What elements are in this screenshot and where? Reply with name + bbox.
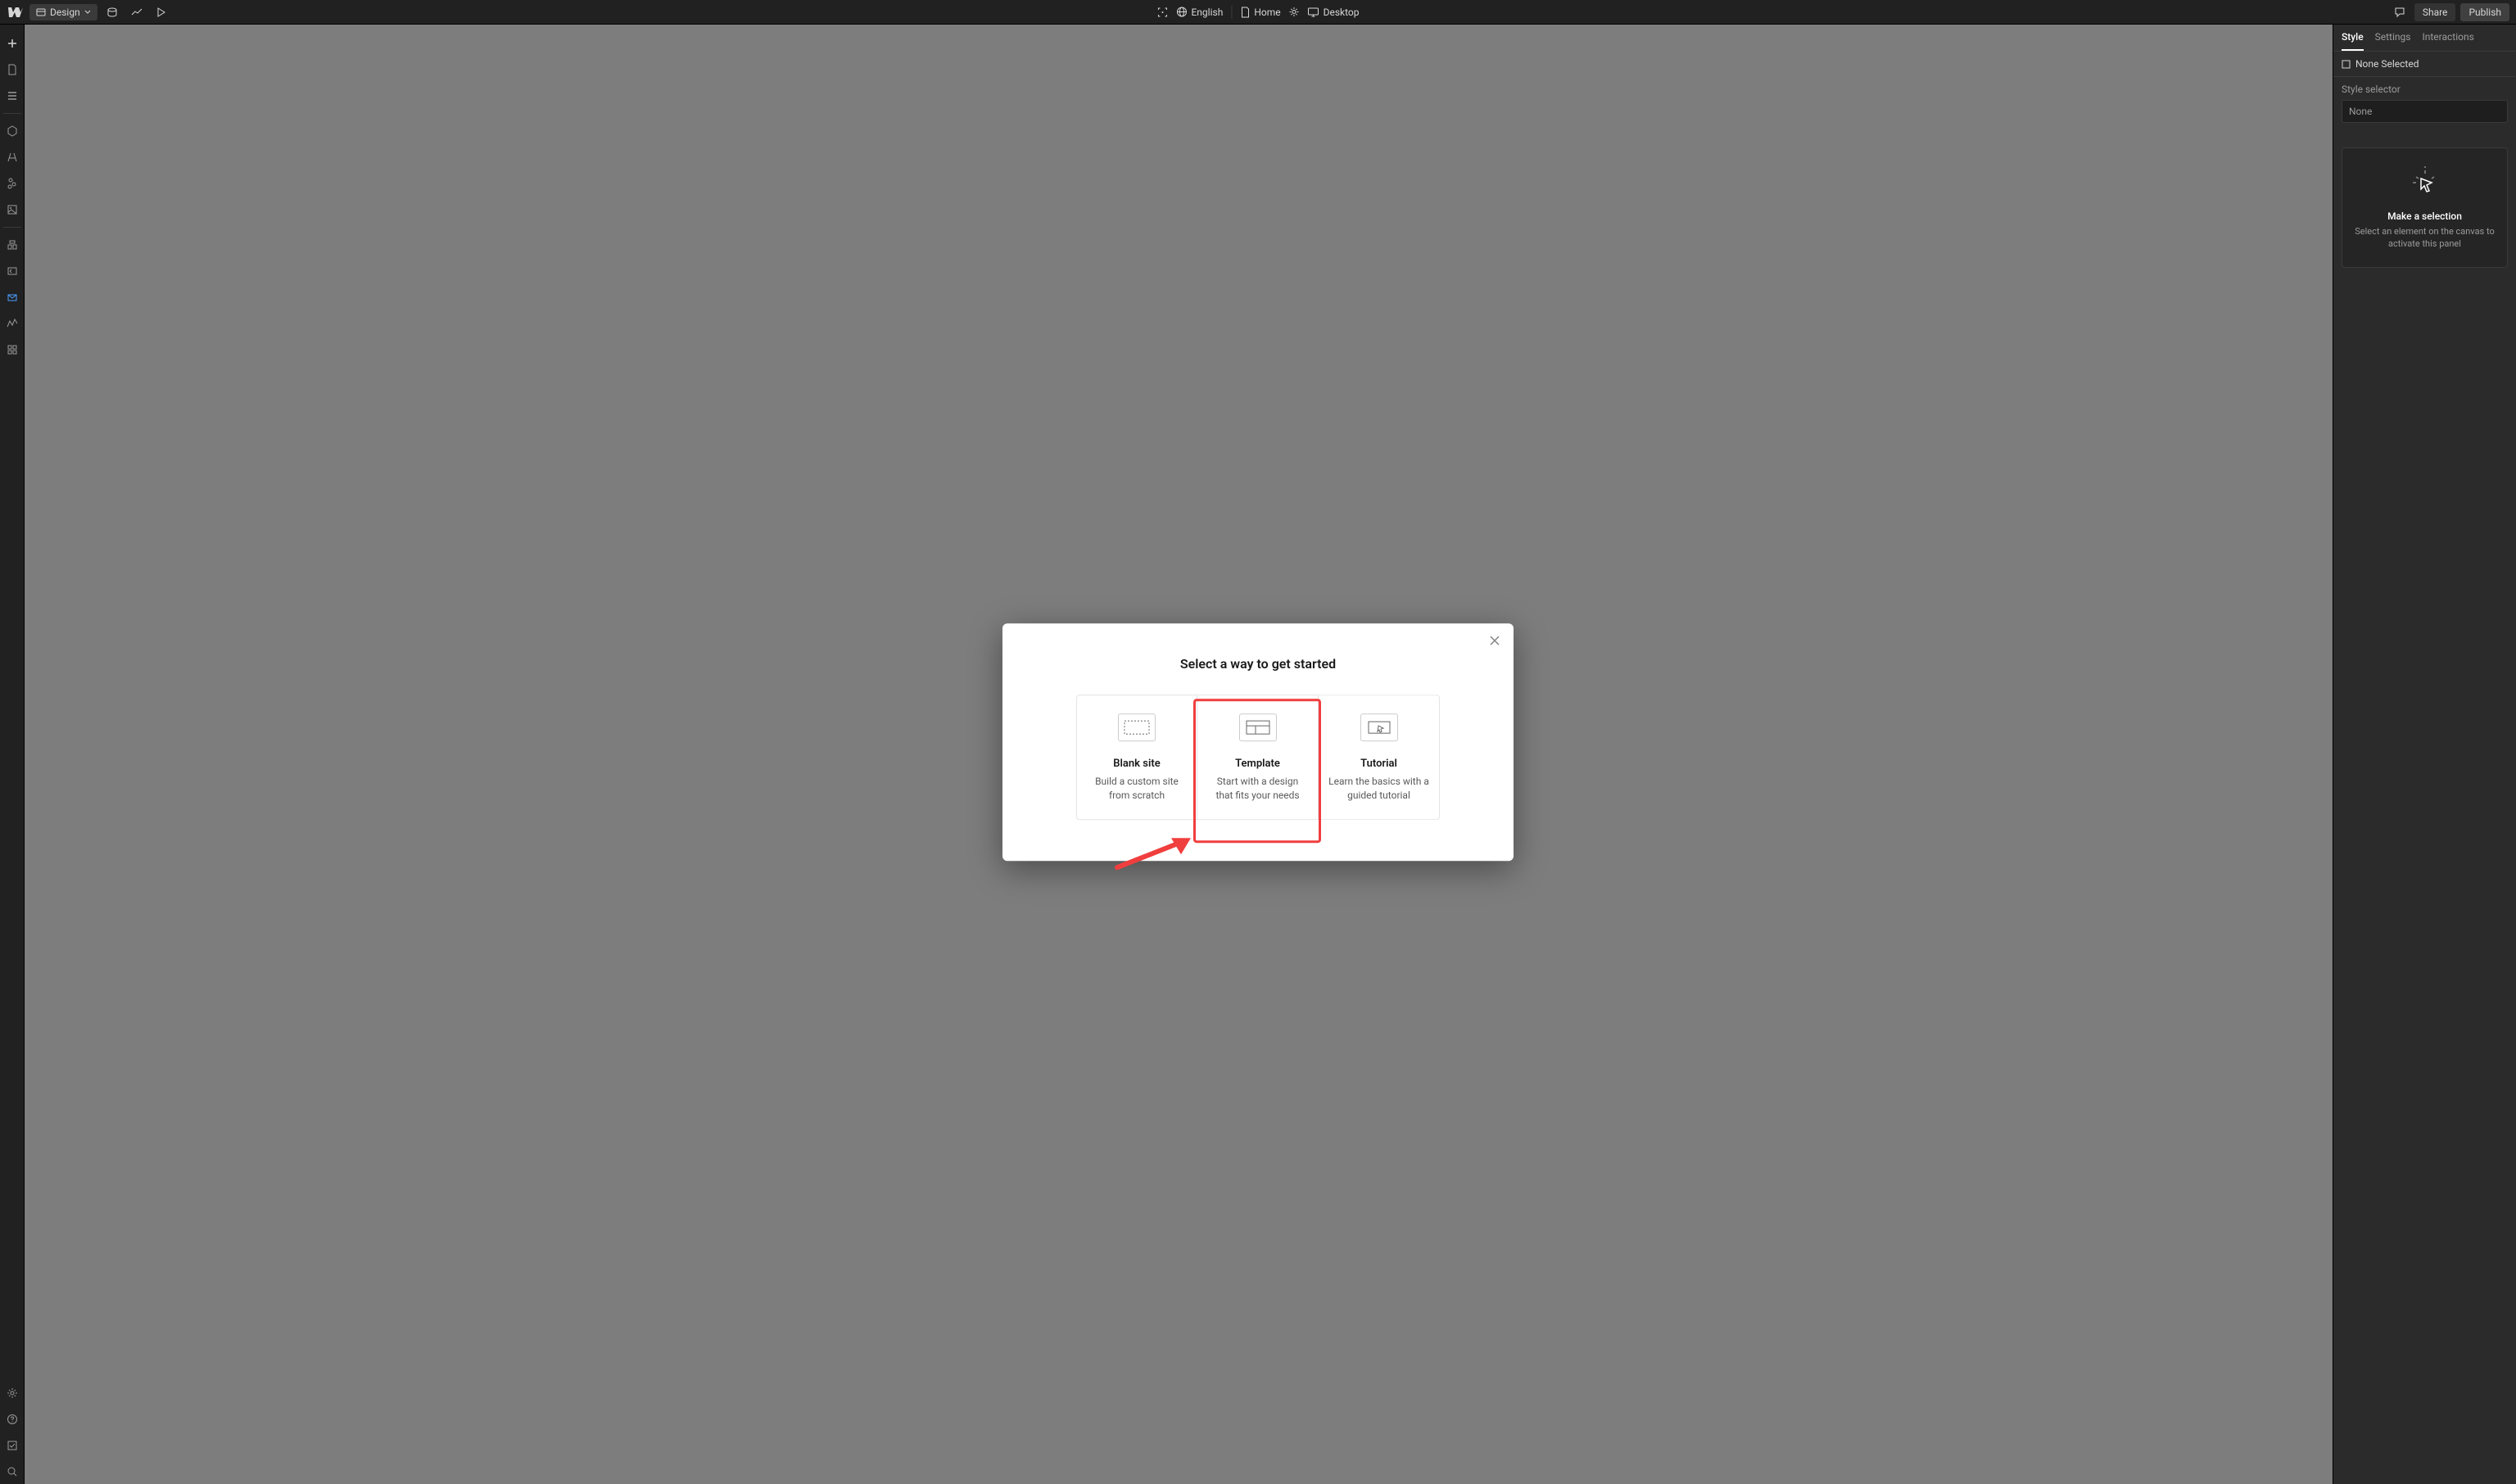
blank-site-icon	[1118, 713, 1156, 741]
breakpoint-label: Desktop	[1324, 7, 1360, 18]
settings-button[interactable]	[2, 1381, 23, 1405]
topbar-right: Share Publish	[2390, 2, 2509, 22]
globe-icon	[1176, 7, 1187, 17]
card-subtitle: Learn the basics with a guided tutorial	[1328, 775, 1429, 803]
webflow-logo[interactable]	[7, 3, 25, 21]
search-button[interactable]	[2, 1459, 23, 1484]
modal-title: Select a way to get started	[1027, 656, 1489, 672]
analytics-icon[interactable]	[127, 2, 147, 22]
panel-tabs: Style Settings Interactions	[2333, 25, 2516, 52]
rail-separator	[3, 113, 21, 114]
logic-button[interactable]	[2, 259, 23, 283]
tab-style[interactable]: Style	[2342, 31, 2364, 51]
page-label: Home	[1254, 7, 1280, 18]
cursor-click-icon	[2407, 165, 2443, 201]
focus-icon	[1156, 7, 1168, 18]
help-button[interactable]	[2, 1407, 23, 1432]
design-mode-icon	[36, 7, 46, 17]
tutorial-icon	[1360, 713, 1398, 741]
add-element-button[interactable]	[2, 31, 23, 56]
canvas-settings-button[interactable]	[1156, 7, 1168, 18]
preview-icon[interactable]	[152, 2, 171, 22]
card-title: Template	[1207, 758, 1308, 770]
page-dropdown[interactable]: Home	[1240, 7, 1280, 18]
audit-button[interactable]	[2, 1433, 23, 1458]
comments-icon[interactable]	[2390, 2, 2410, 22]
left-tool-rail	[0, 25, 25, 1484]
empty-state-title: Make a selection	[2352, 210, 2497, 222]
card-title: Tutorial	[1328, 758, 1429, 770]
locale-dropdown[interactable]: English	[1176, 7, 1223, 18]
components-button[interactable]	[2, 119, 23, 143]
selection-label: None Selected	[2355, 58, 2419, 70]
mode-dropdown[interactable]: Design	[29, 4, 97, 20]
navigator-button[interactable]	[2, 84, 23, 108]
card-title: Blank site	[1087, 758, 1187, 770]
divider	[1231, 6, 1232, 19]
close-button[interactable]	[1489, 635, 1502, 648]
empty-state-subtitle: Select an element on the canvas to activ…	[2352, 225, 2497, 251]
style-manager-button[interactable]	[2, 171, 23, 196]
style-selector-label: Style selector	[2333, 77, 2516, 100]
assets-button[interactable]	[2, 197, 23, 222]
top-toolbar: Design English Home Desktop	[0, 0, 2516, 25]
square-icon	[2342, 60, 2351, 69]
card-tutorial[interactable]: Tutorial Learn the basics with a guided …	[1319, 694, 1440, 820]
desktop-icon	[1308, 7, 1319, 17]
page-settings-button[interactable]	[1289, 7, 1300, 17]
ecommerce-button[interactable]	[2, 311, 23, 336]
empty-state: Make a selection Select an element on th…	[2342, 147, 2508, 268]
card-blank-site[interactable]: Blank site Build a custom site from scra…	[1076, 694, 1197, 820]
page-icon	[1240, 7, 1250, 18]
style-selector-input[interactable]: None	[2342, 100, 2508, 123]
variables-button[interactable]	[2, 145, 23, 170]
rail-separator	[3, 227, 21, 228]
topbar-center: English Home Desktop	[1156, 6, 1359, 19]
cms-button[interactable]	[2, 233, 23, 257]
tab-interactions[interactable]: Interactions	[2422, 31, 2473, 51]
card-template[interactable]: Template Start with a design that fits y…	[1197, 694, 1319, 820]
option-cards: Blank site Build a custom site from scra…	[1027, 694, 1489, 820]
card-subtitle: Build a custom site from scratch	[1087, 775, 1187, 803]
cms-icon[interactable]	[102, 2, 122, 22]
chevron-down-icon	[84, 9, 91, 16]
users-button[interactable]	[2, 285, 23, 310]
right-panel: Style Settings Interactions None Selecte…	[2333, 25, 2516, 1484]
gear-icon	[1289, 7, 1300, 17]
publish-button[interactable]: Publish	[2460, 3, 2509, 21]
template-icon	[1239, 713, 1277, 741]
pages-button[interactable]	[2, 57, 23, 82]
share-button[interactable]: Share	[2414, 3, 2456, 21]
mode-label: Design	[50, 7, 80, 18]
card-subtitle: Start with a design that fits your needs	[1207, 775, 1308, 803]
breakpoint-dropdown[interactable]: Desktop	[1308, 7, 1360, 18]
locale-label: English	[1191, 7, 1223, 18]
tab-settings[interactable]: Settings	[2375, 31, 2411, 51]
selection-indicator: None Selected	[2333, 52, 2516, 77]
get-started-modal: Select a way to get started Blank site B…	[1002, 623, 1514, 861]
apps-button[interactable]	[2, 337, 23, 362]
